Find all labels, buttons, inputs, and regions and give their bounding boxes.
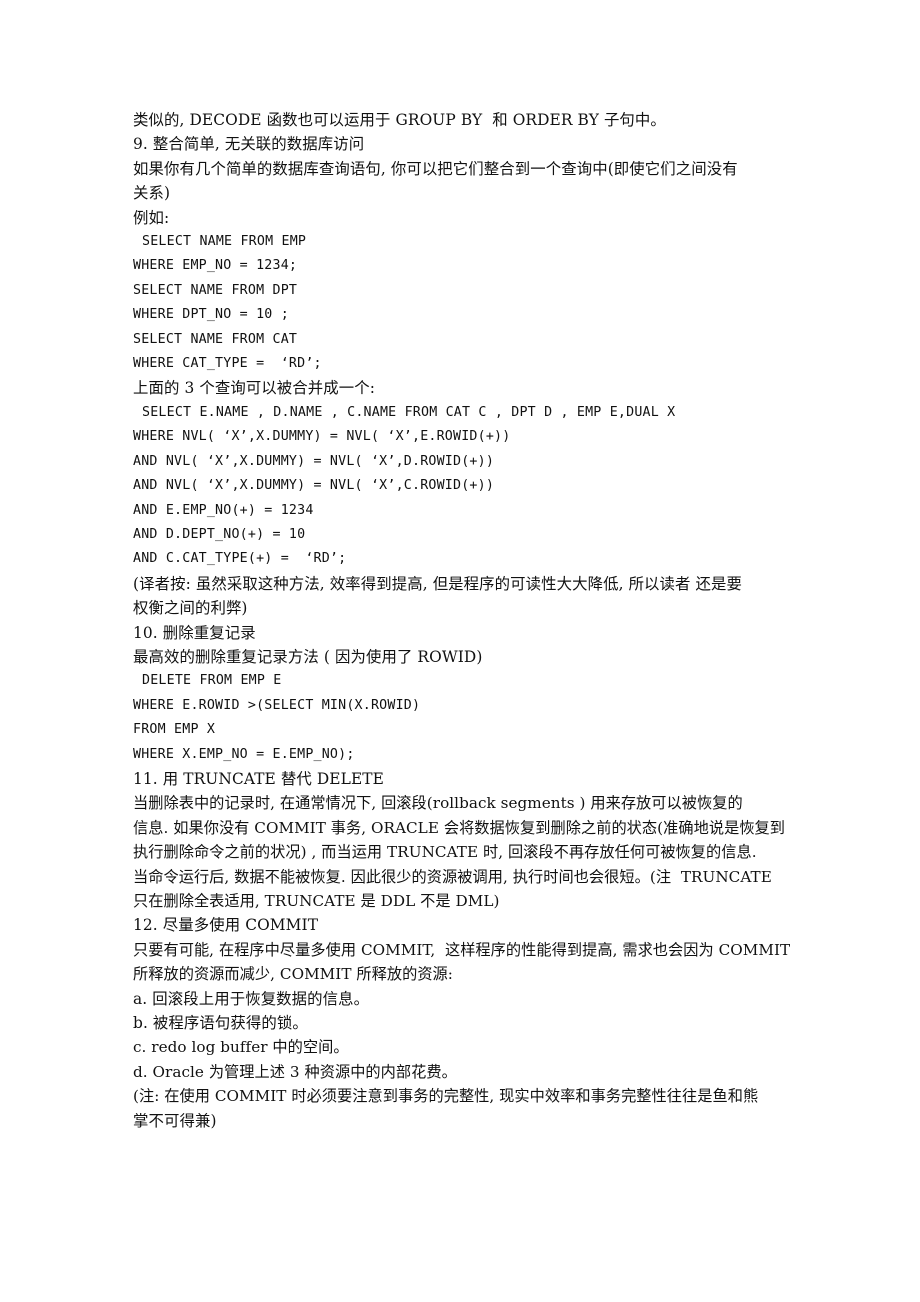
text-line: 只在删除全表适用, TRUNCATE 是 DDL 不是 DML): [133, 892, 500, 910]
sql-code-line: SELECT NAME FROM DPT: [133, 282, 298, 298]
text-line: 11. 用 TRUNCATE 替代 DELETE: [133, 769, 384, 788]
document-text-body: 类似的, DECODE 函数也可以运用于 GROUP BY 和 ORDER BY…: [133, 108, 793, 1133]
text-line: b. 被程序语句获得的锁。: [133, 1014, 308, 1033]
sql-code-line: AND E.EMP_NO(+) = 1234: [133, 502, 314, 518]
text-line: 如果你有几个简单的数据库查询语句, 你可以把它们整合到一个查询中(即使它们之间没…: [133, 159, 738, 178]
sql-code-line: WHERE E.ROWID >(SELECT MIN(X.ROWID): [133, 697, 421, 713]
sql-code-line: SELECT NAME FROM EMP: [142, 234, 307, 250]
text-line: 关系): [133, 184, 171, 203]
sql-code-line: AND NVL( ‘X’,X.DUMMY) = NVL( ‘X’,D.ROWID…: [133, 453, 495, 469]
text-line: 掌不可得兼): [133, 1111, 217, 1130]
sql-code-line: DELETE FROM EMP E: [142, 673, 282, 689]
text-line: 9. 整合简单, 无关联的数据库访问: [133, 135, 365, 154]
sql-code-line: WHERE NVL( ‘X’,X.DUMMY) = NVL( ‘X’,E.ROW…: [133, 429, 511, 445]
sql-code-line: WHERE X.EMP_NO = E.EMP_NO);: [133, 746, 355, 762]
sql-code-line: WHERE DPT_NO = 10 ;: [133, 307, 289, 323]
text-line: 所释放的资源而减少, COMMIT 所释放的资源:: [133, 965, 453, 984]
text-line: 信息. 如果你没有 COMMIT 事务, ORACLE 会将数据恢复到删除之前的…: [133, 818, 786, 837]
text-line: d. Oracle 为管理上述 3 种资源中的内部花费。: [133, 1062, 457, 1081]
text-line: c. redo log buffer 中的空间。: [133, 1038, 349, 1057]
sql-code-line: AND D.DEPT_NO(+) = 10: [133, 526, 306, 542]
text-line: 只要有可能, 在程序中尽量多使用 COMMIT, 这样程序的性能得到提高, 需求…: [133, 940, 791, 959]
text-line: 12. 尽量多使用 COMMIT: [133, 916, 319, 935]
document-page: 类似的, DECODE 函数也可以运用于 GROUP BY 和 ORDER BY…: [0, 0, 920, 1302]
sql-code-line: WHERE CAT_TYPE = ‘RD’;: [133, 356, 322, 372]
text-line: 执行删除命令之前的状况) , 而当运用 TRUNCATE 时, 回滚段不再存放任…: [133, 843, 757, 862]
sql-code-line: SELECT E.NAME , D.NAME , C.NAME FROM CAT…: [142, 404, 676, 420]
sql-code-line: AND NVL( ‘X’,X.DUMMY) = NVL( ‘X’,C.ROWID…: [133, 478, 495, 494]
text-line: (注: 在使用 COMMIT 时必须要注意到事务的完整性, 现实中效率和事务完整…: [133, 1087, 759, 1106]
sql-code-line: AND C.CAT_TYPE(+) = ‘RD’;: [133, 551, 347, 567]
text-line: 上面的 3 个查询可以被合并成一个:: [133, 379, 376, 398]
text-line: 当命令运行后, 数据不能被恢复. 因此很少的资源被调用, 执行时间也会很短。(注…: [133, 867, 772, 886]
text-line: 例如:: [133, 208, 170, 227]
text-line: a. 回滚段上用于恢复数据的信息。: [133, 989, 370, 1008]
sql-code-line: SELECT NAME FROM CAT: [133, 331, 298, 347]
text-line: 10. 删除重复记录: [133, 623, 256, 642]
text-line: 当删除表中的记录时, 在通常情况下, 回滚段(rollback segments…: [133, 794, 743, 813]
text-line: (译者按: 虽然采取这种方法, 效率得到提高, 但是程序的可读性大大降低, 所以…: [133, 574, 742, 593]
text-line: 类似的, DECODE 函数也可以运用于 GROUP BY 和 ORDER BY…: [133, 111, 666, 129]
text-line: 权衡之间的利弊): [133, 599, 248, 618]
text-line: 最高效的删除重复记录方法 ( 因为使用了 ROWID): [133, 647, 483, 666]
sql-code-line: FROM EMP X: [133, 722, 216, 738]
sql-code-line: WHERE EMP_NO = 1234;: [133, 258, 298, 274]
